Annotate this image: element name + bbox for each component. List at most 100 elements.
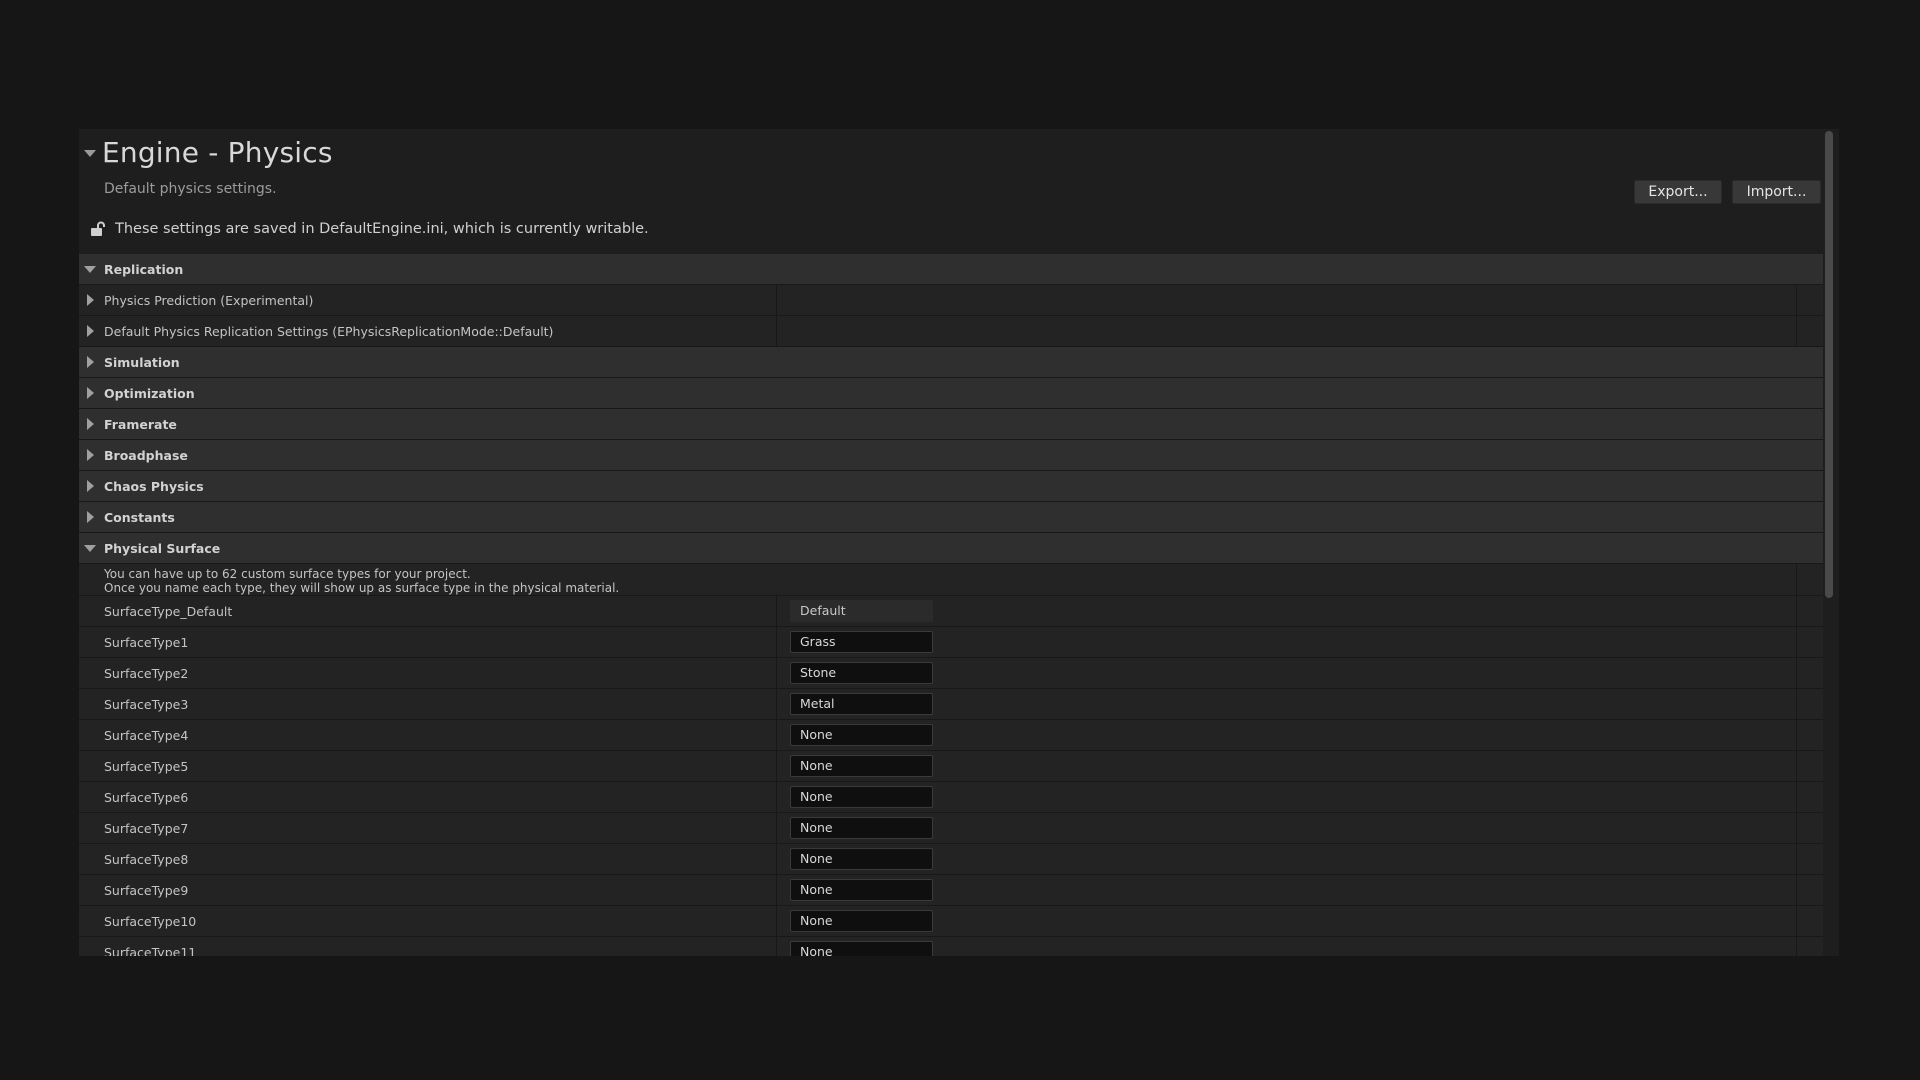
caret-right-icon — [87, 387, 94, 399]
property-label: SurfaceType1 — [104, 635, 189, 650]
property-label: SurfaceType6 — [104, 790, 189, 805]
category-chaos-physics[interactable]: Chaos Physics — [79, 471, 1823, 502]
caret-right-icon — [87, 325, 94, 337]
property-label: SurfaceType_Default — [104, 604, 233, 619]
property-label: SurfaceType3 — [104, 697, 189, 712]
column-divider — [1796, 564, 1797, 595]
surface-type-row: SurfaceType5 None — [79, 751, 1823, 782]
column-divider[interactable] — [776, 937, 777, 956]
surface-type-row: SurfaceType2 Stone — [79, 658, 1823, 689]
surface-name-field[interactable]: None — [790, 786, 933, 808]
column-divider[interactable] — [776, 658, 777, 688]
surface-name-field[interactable]: None — [790, 755, 933, 777]
column-divider — [1796, 285, 1797, 315]
property-label: Default Physics Replication Settings (EP… — [104, 324, 554, 339]
property-default-replication[interactable]: Default Physics Replication Settings (EP… — [79, 316, 1823, 347]
category-label: Constants — [104, 510, 175, 525]
column-divider[interactable] — [776, 813, 777, 843]
column-divider[interactable] — [776, 596, 777, 626]
settings-panel: Engine - Physics Default physics setting… — [79, 129, 1839, 956]
property-label: SurfaceType5 — [104, 759, 189, 774]
column-divider[interactable] — [776, 285, 777, 315]
property-label: SurfaceType8 — [104, 852, 189, 867]
category-label: Chaos Physics — [104, 479, 204, 494]
category-framerate[interactable]: Framerate — [79, 409, 1823, 440]
surface-type-row: SurfaceType_Default Default — [79, 596, 1823, 627]
property-list: Replication Physics Prediction (Experime… — [79, 254, 1823, 956]
category-label: Physical Surface — [104, 541, 221, 556]
unlocked-lock-icon — [91, 221, 105, 236]
category-replication[interactable]: Replication — [79, 254, 1823, 285]
caret-right-icon — [87, 418, 94, 430]
surface-type-row: SurfaceType3 Metal — [79, 689, 1823, 720]
chevron-down-icon — [84, 266, 96, 273]
surface-type-row: SurfaceType10 None — [79, 906, 1823, 937]
page-title: Engine - Physics — [102, 136, 333, 169]
category-broadphase[interactable]: Broadphase — [79, 440, 1823, 471]
surface-type-row: SurfaceType11 None — [79, 937, 1823, 956]
property-label: SurfaceType7 — [104, 821, 189, 836]
column-divider[interactable] — [776, 689, 777, 719]
property-label: SurfaceType2 — [104, 666, 189, 681]
column-divider[interactable] — [776, 906, 777, 936]
column-divider[interactable] — [776, 627, 777, 657]
column-divider[interactable] — [776, 316, 777, 346]
column-divider — [1796, 316, 1797, 346]
surface-type-row: SurfaceType8 None — [79, 844, 1823, 875]
column-divider[interactable] — [776, 782, 777, 812]
export-button[interactable]: Export... — [1634, 180, 1722, 204]
surface-name-field[interactable]: None — [790, 817, 933, 839]
caret-right-icon — [87, 356, 94, 368]
page-subtitle: Default physics settings. — [104, 181, 277, 197]
category-constants[interactable]: Constants — [79, 502, 1823, 533]
collapse-section-icon[interactable] — [84, 150, 96, 157]
column-divider[interactable] — [776, 875, 777, 905]
surface-name-field[interactable]: None — [790, 724, 933, 746]
column-divider — [1796, 689, 1797, 719]
column-divider[interactable] — [776, 844, 777, 874]
property-label: Physics Prediction (Experimental) — [104, 293, 314, 308]
info-text: Once you name each type, they will show … — [104, 581, 620, 595]
config-notice: These settings are saved in DefaultEngin… — [115, 221, 649, 237]
surface-type-row: SurfaceType4 None — [79, 720, 1823, 751]
property-label: SurfaceType4 — [104, 728, 189, 743]
surface-name-field[interactable]: Stone — [790, 662, 933, 684]
surface-name-field[interactable]: Grass — [790, 631, 933, 653]
caret-right-icon — [87, 511, 94, 523]
property-physics-prediction[interactable]: Physics Prediction (Experimental) — [79, 285, 1823, 316]
surface-name-field[interactable]: None — [790, 941, 933, 956]
settings-header: Engine - Physics Default physics setting… — [79, 129, 1839, 254]
category-simulation[interactable]: Simulation — [79, 347, 1823, 378]
surface-type-row: SurfaceType6 None — [79, 782, 1823, 813]
vertical-scrollbar[interactable] — [1825, 131, 1833, 598]
property-label: SurfaceType10 — [104, 914, 197, 929]
caret-right-icon — [87, 480, 94, 492]
surface-name-field: Default — [790, 600, 933, 622]
surface-name-field[interactable]: None — [790, 910, 933, 932]
column-divider — [1796, 658, 1797, 688]
column-divider[interactable] — [776, 720, 777, 750]
category-label: Replication — [104, 262, 184, 277]
category-label: Framerate — [104, 417, 177, 432]
column-divider — [1796, 596, 1797, 626]
column-divider — [1796, 813, 1797, 843]
category-label: Broadphase — [104, 448, 188, 463]
category-physical-surface[interactable]: Physical Surface — [79, 533, 1823, 564]
category-label: Simulation — [104, 355, 180, 370]
physical-surface-info: You can have up to 62 custom surface typ… — [79, 564, 1823, 596]
category-optimization[interactable]: Optimization — [79, 378, 1823, 409]
surface-type-row: SurfaceType9 None — [79, 875, 1823, 906]
column-divider[interactable] — [776, 751, 777, 781]
import-button[interactable]: Import... — [1732, 180, 1821, 204]
surface-name-field[interactable]: None — [790, 848, 933, 870]
surface-type-row: SurfaceType7 None — [79, 813, 1823, 844]
column-divider — [1796, 751, 1797, 781]
column-divider — [1796, 844, 1797, 874]
caret-right-icon — [87, 449, 94, 461]
surface-name-field[interactable]: None — [790, 879, 933, 901]
surface-name-field[interactable]: Metal — [790, 693, 933, 715]
column-divider — [1796, 875, 1797, 905]
info-text: You can have up to 62 custom surface typ… — [104, 567, 471, 581]
property-label: SurfaceType9 — [104, 883, 189, 898]
property-label: SurfaceType11 — [104, 945, 197, 956]
